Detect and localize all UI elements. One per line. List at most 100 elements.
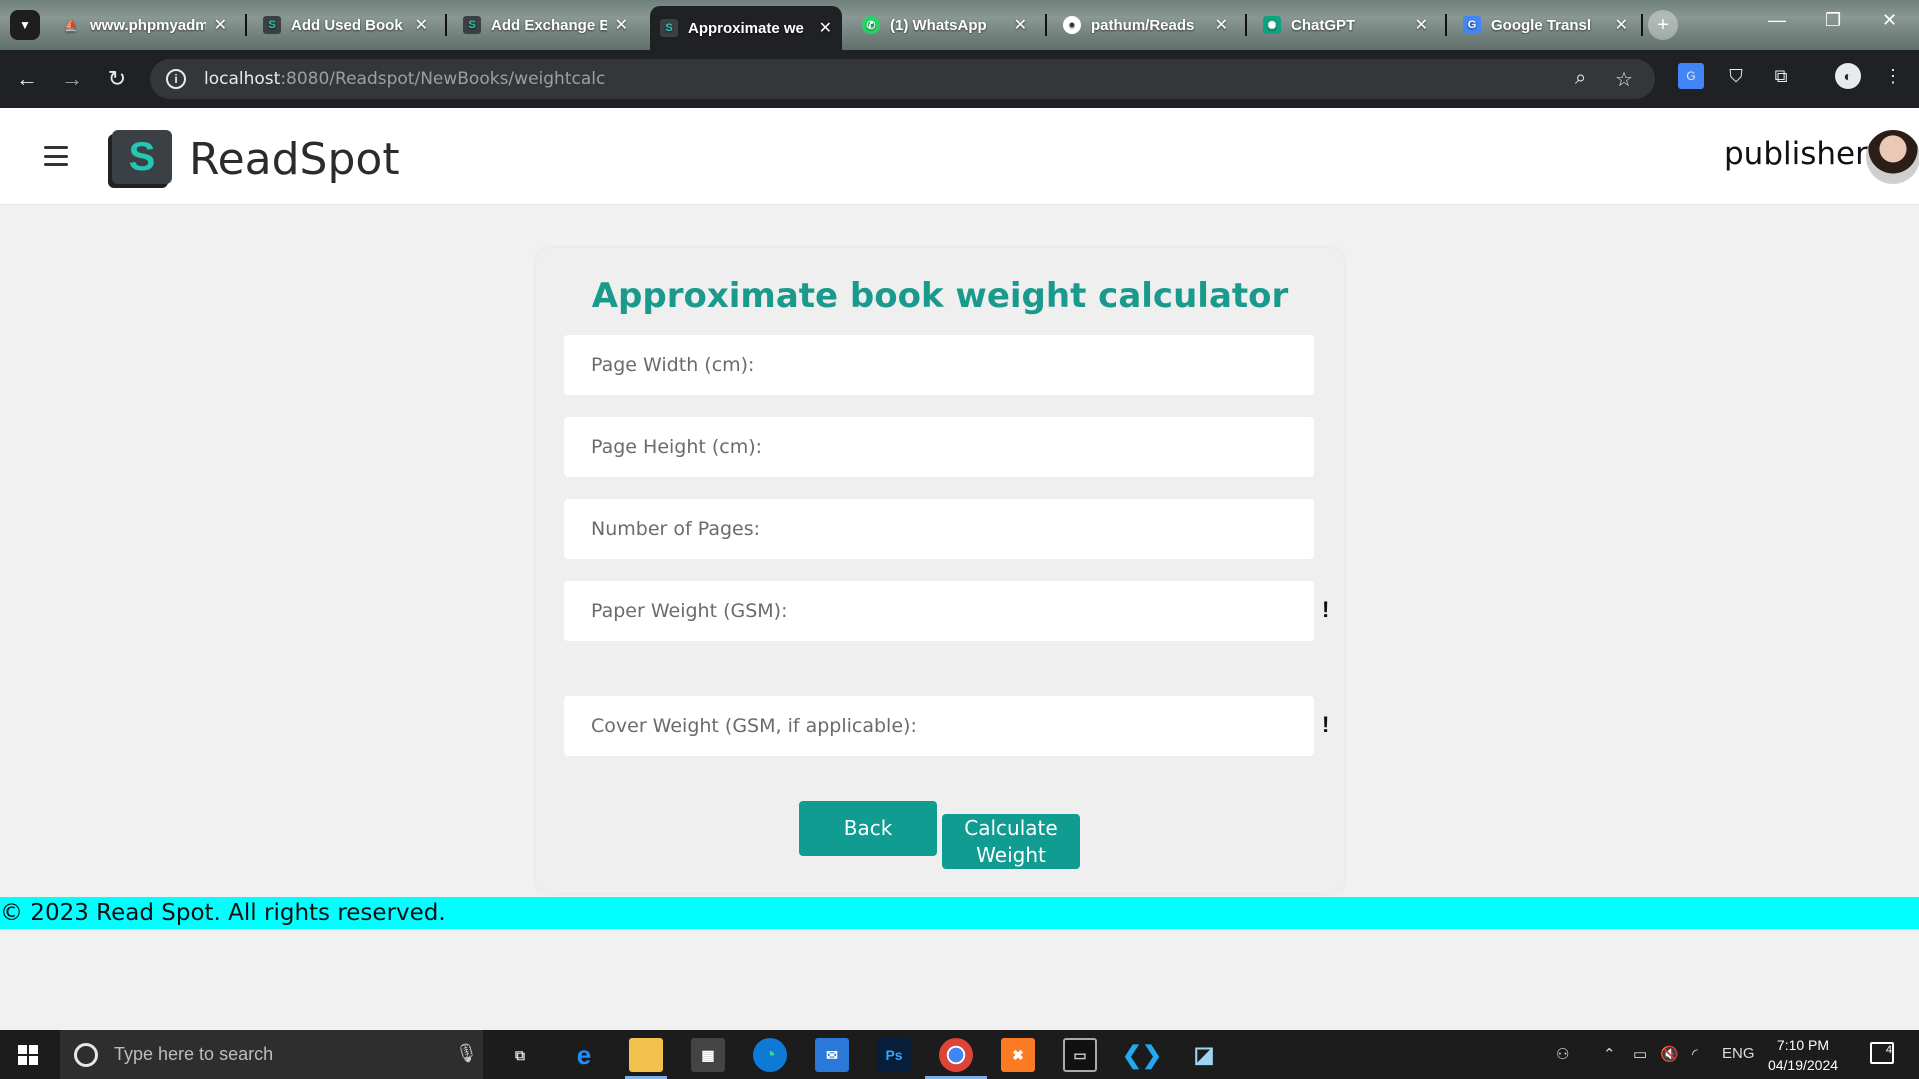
page-height-input[interactable] bbox=[564, 417, 1314, 477]
xampp-icon[interactable]: ✖ bbox=[1001, 1038, 1035, 1072]
taskbar-search-placeholder: Type here to search bbox=[114, 1044, 274, 1064]
close-icon[interactable]: ✕ bbox=[1215, 15, 1228, 35]
microphone-icon[interactable]: 🎙 bbox=[455, 1043, 478, 1064]
brand-name[interactable]: ReadSpot bbox=[189, 134, 400, 185]
calculate-weight-button[interactable]: Calculate Weight bbox=[942, 814, 1080, 869]
readspot-icon: S bbox=[463, 16, 481, 34]
browser-tab-google-translate[interactable]: G Google Transl ✕ bbox=[1453, 8, 1638, 42]
windows-start-icon[interactable] bbox=[18, 1045, 38, 1065]
cortana-icon bbox=[74, 1042, 98, 1067]
notification-count: 4 bbox=[1885, 1044, 1892, 1056]
chevron-up-icon[interactable]: ⌃ bbox=[1603, 1045, 1616, 1063]
plus-icon: + bbox=[1657, 13, 1669, 36]
address-bar[interactable]: i localhost:8080/Readspot/NewBooks/weigh… bbox=[150, 59, 1655, 99]
tab-separator bbox=[1045, 14, 1047, 36]
clock-time: 7:10 PM bbox=[1776, 1037, 1830, 1053]
tab-separator bbox=[445, 14, 447, 36]
mail-icon[interactable]: ✉ bbox=[815, 1038, 849, 1072]
browser-tab-github[interactable]: ● pathum/Reads ✕ bbox=[1053, 8, 1238, 42]
browser-tab-chatgpt[interactable]: ✺ ChatGPT ✕ bbox=[1253, 8, 1438, 42]
notes-app-icon[interactable]: ◪ bbox=[1187, 1038, 1221, 1072]
chevron-down-icon: ▼ bbox=[19, 18, 31, 32]
tab-search-button[interactable]: ▼ bbox=[10, 10, 40, 40]
tab-separator bbox=[1641, 14, 1643, 36]
browser-tab-add-used-book[interactable]: S Add Used Book ✕ bbox=[253, 8, 438, 42]
tab-separator bbox=[1245, 14, 1247, 36]
browser-tab-whatsapp[interactable]: ✆ (1) WhatsApp ✕ bbox=[852, 8, 1037, 42]
google-translate-icon: G bbox=[1463, 16, 1481, 34]
readspot-logo[interactable]: S bbox=[112, 130, 172, 184]
taskbar-search-box[interactable]: Type here to search bbox=[60, 1030, 483, 1079]
phpmyadmin-icon: ⛵ bbox=[64, 19, 78, 32]
task-view-icon[interactable]: ⧉ bbox=[503, 1038, 537, 1072]
user-name[interactable]: publisher bbox=[1724, 136, 1868, 172]
clock-date: 04/19/2024 bbox=[1767, 1057, 1839, 1073]
language-indicator[interactable]: ENG bbox=[1722, 1045, 1755, 1062]
browser-tab-strip: ▼ ⛵ www.phpmyadm ✕ S Add Used Book ✕ S A… bbox=[0, 0, 1919, 50]
extensions-puzzle-icon[interactable]: ⧉ bbox=[1768, 63, 1794, 89]
footer: © 2023 Read Spot. All rights reserved. bbox=[0, 897, 1919, 929]
whatsapp-icon: ✆ bbox=[862, 16, 880, 34]
minimize-icon[interactable]: — bbox=[1768, 10, 1786, 31]
weight-calculator-card: Approximate book weight calculator ! ! B… bbox=[536, 248, 1344, 893]
zoom-icon[interactable]: ⌕ bbox=[1575, 67, 1586, 90]
google-translate-extension-icon[interactable]: G bbox=[1678, 63, 1704, 89]
info-icon[interactable]: i bbox=[166, 69, 186, 89]
url-text[interactable]: localhost:8080/Readspot/NewBooks/weightc… bbox=[204, 69, 605, 89]
forward-arrow-icon[interactable]: → bbox=[57, 64, 87, 94]
system-clock[interactable]: 7:10 PM 04/19/2024 bbox=[1762, 1035, 1844, 1075]
page-width-input[interactable] bbox=[564, 335, 1314, 395]
vscode-icon[interactable]: ❮❯ bbox=[1122, 1038, 1162, 1072]
browser-tab-add-exchange-book[interactable]: S Add Exchange B ✕ bbox=[453, 8, 638, 42]
close-icon[interactable]: ✕ bbox=[1615, 15, 1628, 35]
hamburger-menu-icon[interactable] bbox=[44, 146, 68, 166]
profile-icon[interactable]: ◐ bbox=[1835, 63, 1861, 89]
site-header: S ReadSpot publisher bbox=[0, 108, 1919, 205]
microsoft-store-icon[interactable]: ▦ bbox=[691, 1038, 725, 1072]
terminal-icon[interactable]: ▭ bbox=[1063, 1038, 1097, 1072]
tab-separator bbox=[245, 14, 247, 36]
back-arrow-icon[interactable]: ← bbox=[12, 64, 42, 94]
notification-center-icon[interactable]: 4 bbox=[1870, 1042, 1894, 1064]
avatar[interactable] bbox=[1866, 130, 1919, 184]
paper-weight-input[interactable] bbox=[564, 581, 1314, 641]
github-icon: ● bbox=[1063, 16, 1081, 34]
copyright-text: © 2023 Read Spot. All rights reserved. bbox=[0, 900, 446, 926]
chrome-icon[interactable] bbox=[939, 1038, 973, 1072]
battery-icon[interactable]: ▭ bbox=[1633, 1045, 1647, 1063]
windows-taskbar: Type here to search 🎙 ⧉ e ▦ ◔ ✉ Ps ✖ ▭ ❮… bbox=[0, 1030, 1919, 1079]
number-of-pages-input[interactable] bbox=[564, 499, 1314, 559]
bookmark-star-icon[interactable]: ☆ bbox=[1615, 67, 1633, 92]
kebab-menu-icon[interactable]: ⋮ bbox=[1880, 63, 1906, 89]
new-tab-button[interactable]: + bbox=[1648, 10, 1678, 40]
cover-weight-input[interactable] bbox=[564, 696, 1314, 756]
page-background bbox=[0, 929, 1919, 1030]
people-icon[interactable]: ⚇ bbox=[1556, 1045, 1569, 1063]
readspot-icon: S bbox=[660, 19, 678, 37]
paper-weight-warning-icon: ! bbox=[1322, 597, 1330, 622]
close-icon[interactable]: ✕ bbox=[1014, 15, 1027, 35]
close-icon[interactable]: ✕ bbox=[415, 15, 428, 35]
photoshop-icon[interactable]: Ps bbox=[877, 1038, 911, 1072]
browser-tab-weight-calculator[interactable]: S Approximate we ✕ bbox=[650, 6, 842, 50]
browser-toolbar: ← → ↻ i localhost:8080/Readspot/NewBooks… bbox=[0, 50, 1919, 108]
close-icon[interactable]: ✕ bbox=[214, 15, 227, 35]
file-explorer-icon[interactable] bbox=[629, 1038, 663, 1072]
back-button[interactable]: Back bbox=[799, 801, 937, 856]
cover-weight-warning-icon: ! bbox=[1322, 712, 1330, 737]
close-window-icon[interactable]: ✕ bbox=[1882, 10, 1897, 31]
chatgpt-icon: ✺ bbox=[1263, 16, 1281, 34]
close-icon[interactable]: ✕ bbox=[1415, 15, 1428, 35]
shield-extension-icon[interactable]: ⛉ bbox=[1723, 63, 1749, 89]
tab-separator bbox=[1445, 14, 1447, 36]
edge-icon[interactable]: ◔ bbox=[753, 1038, 787, 1072]
readspot-icon: S bbox=[263, 16, 281, 34]
close-icon[interactable]: ✕ bbox=[615, 15, 628, 35]
volume-muted-icon[interactable]: 🔇 bbox=[1660, 1045, 1679, 1063]
reload-icon[interactable]: ↻ bbox=[102, 64, 132, 94]
edge-legacy-icon[interactable]: e bbox=[567, 1038, 601, 1072]
close-icon[interactable]: ✕ bbox=[819, 18, 832, 38]
browser-tab-phpmyadmin[interactable]: ⛵ www.phpmyadm ✕ bbox=[52, 8, 237, 42]
wifi-icon[interactable]: ◜ bbox=[1692, 1045, 1698, 1063]
restore-icon[interactable]: ❐ bbox=[1825, 10, 1841, 31]
